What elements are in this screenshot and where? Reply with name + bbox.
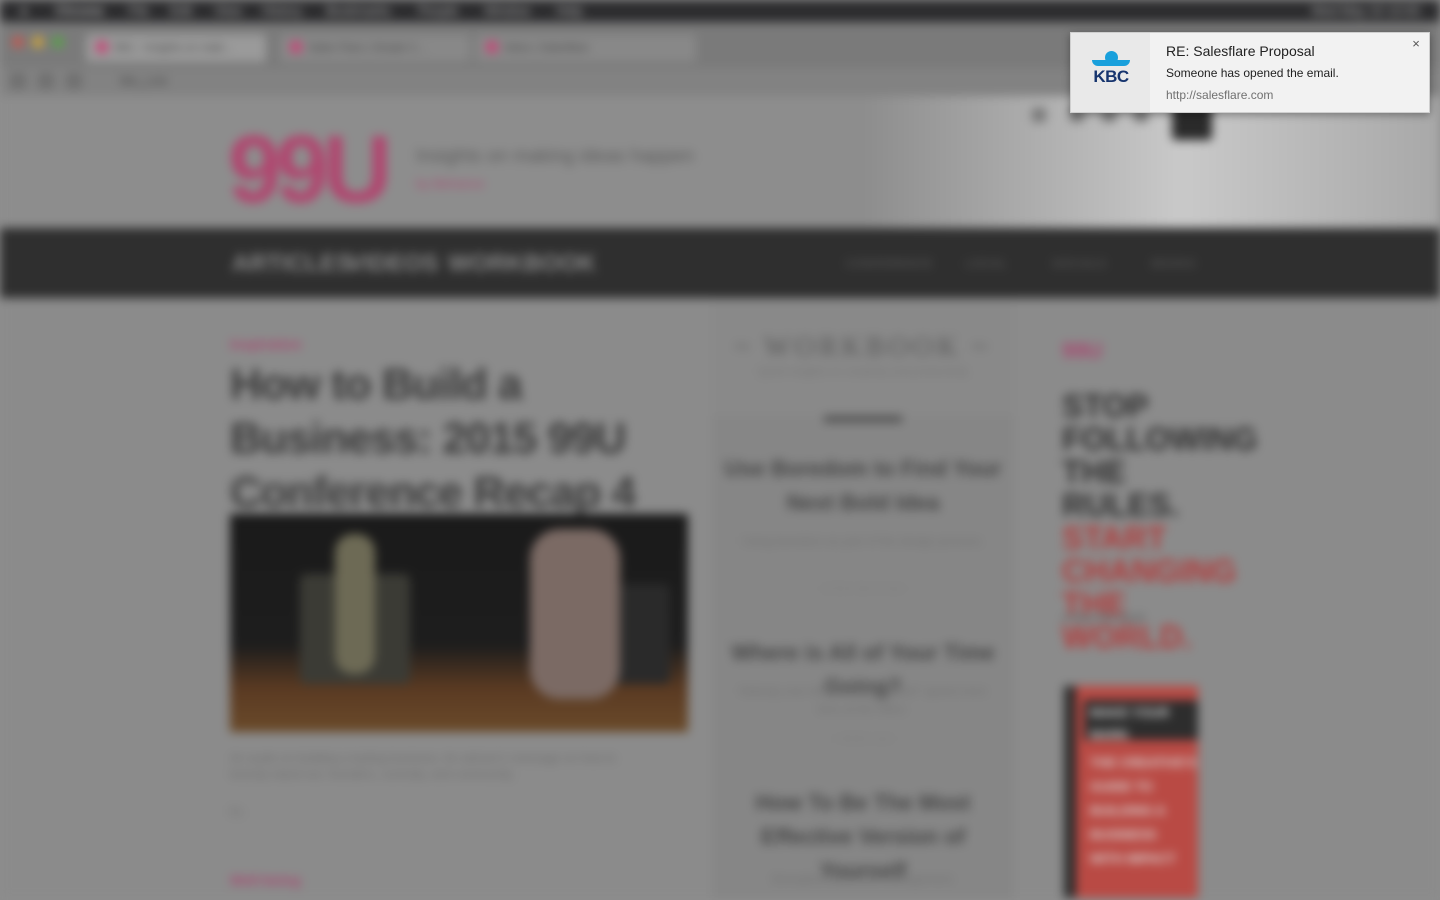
tab-99u[interactable]: 99U - Insights on maki... (86, 34, 266, 62)
workbook-item-title[interactable]: Use Boredom to Find Your Next Bold Idea (724, 452, 1002, 520)
book-line: BUILDING A (1090, 803, 1166, 818)
back-button[interactable] (10, 73, 26, 89)
menu-people[interactable]: People (418, 3, 458, 18)
site-navbar: ARTICLES VIDEOS WORKBOOK CONFERENCE LOCA… (0, 228, 1440, 298)
workbook-divider (824, 416, 902, 422)
menu-app[interactable]: Chrome (55, 3, 104, 18)
ad-book-cover[interactable]: MAKE YOUR MARK THE CREATIVE'S GUIDE TO B… (1064, 686, 1198, 898)
book-line: THE CREATIVE'S (1090, 755, 1197, 770)
notification-body: Someone has opened the email. (1166, 66, 1339, 80)
site-tagline: Insights on making ideas happen (416, 146, 694, 167)
site-tagline-sub[interactable]: by Behance (416, 176, 485, 191)
hero-person (335, 534, 375, 674)
workbook-column: ~ WORKBOOK ~ Quick insights on creativit… (712, 298, 1014, 900)
notification-title: RE: Salesflare Proposal (1166, 43, 1315, 59)
workbook-item-desc: Nobody ever likes seeing "I could" spend… (739, 684, 987, 716)
workbook-header: ~ WORKBOOK ~ Quick insights on creativit… (712, 298, 1014, 416)
kbc-logo-arc (1092, 60, 1130, 66)
ad-line: STOP (1062, 388, 1149, 424)
blurred-background: ● Chrome File Edit View History Bookmark… (0, 0, 1440, 900)
article-excerpt: An audio on building a lasting business.… (230, 751, 616, 781)
ad-line: THE RULES. (1062, 454, 1180, 523)
close-icon[interactable]: × (1409, 37, 1423, 51)
tab-salesflare-site[interactable]: Sales Flare | Simple C... (280, 34, 470, 62)
article-category[interactable]: Inspiration (230, 336, 302, 352)
header-icon[interactable] (1032, 108, 1046, 122)
tab-favicon-icon (290, 41, 302, 53)
site-header: 99U Insights on making ideas happen by B… (0, 96, 1440, 228)
notification-banner[interactable]: KBC RE: Salesflare Proposal Someone has … (1070, 32, 1430, 113)
article-byline: By Tanner Christensen (230, 476, 382, 493)
kbc-logo-text: KBC (1093, 67, 1129, 86)
ad-logo[interactable]: 99U (1062, 338, 1102, 364)
ad-line: CHANGING (1062, 553, 1237, 589)
menu-help[interactable]: Help (556, 3, 583, 18)
workbook-item-meta: 1 WEEK AGO (831, 734, 895, 745)
workbook-item-meta: A FEW DAYS AGO (820, 584, 906, 595)
minimize-window-button[interactable] (32, 36, 44, 48)
ad-line: FOLLOWING (1062, 421, 1258, 457)
tab-favicon-icon (486, 41, 498, 53)
tab-favicon-icon (96, 41, 108, 53)
nav-socials[interactable]: SOCIALS (1052, 258, 1107, 270)
nav-workbook[interactable]: WORKBOOK (448, 250, 596, 278)
macos-menubar: ● Chrome File Edit View History Bookmark… (0, 0, 1440, 22)
menu-view[interactable]: View (214, 3, 242, 18)
book-line: WITH IMPACT (1090, 851, 1176, 866)
menu-file[interactable]: File (128, 3, 149, 18)
book-line: MARK (1090, 727, 1129, 742)
main-content: Inspiration How to Build a Business: 201… (0, 298, 1440, 900)
book-line: GUIDE TO (1090, 779, 1153, 794)
book-line: BUSINESS (1090, 827, 1157, 842)
menu-edit[interactable]: Edit (170, 3, 192, 18)
forward-button[interactable] (38, 73, 54, 89)
notification-link[interactable]: http://salesflare.com (1166, 88, 1273, 102)
kbc-logo-icon: KBC (1086, 49, 1136, 95)
menu-bookmarks[interactable]: Bookmarks (326, 3, 391, 18)
notification-icon-box: KBC (1071, 33, 1150, 112)
apple-icon[interactable]: ● (20, 3, 28, 18)
ad-line: START (1062, 520, 1167, 556)
article-headline[interactable]: How to Build a Business: 2015 99U Confer… (230, 358, 690, 520)
reload-button[interactable] (66, 73, 82, 89)
workbook-subtitle: Quick insights on creativity and product… (757, 366, 969, 378)
nav-articles[interactable]: ARTICLES (232, 250, 352, 278)
nav-videos[interactable]: VIDEOS (348, 250, 439, 278)
next-article-category[interactable]: Well-being (230, 872, 301, 888)
workbook-item-desc: Using boredom as part of the design proc… (741, 534, 985, 548)
nav-local[interactable]: LOCAL (966, 258, 1007, 270)
webpage: 99U Insights on making ideas happen by B… (0, 96, 1440, 900)
workbook-item-desc: Strengthen your self-management. (770, 872, 956, 886)
site-logo[interactable]: 99U (228, 122, 392, 218)
ad-column: 99U STOP FOLLOWING THE RULES. START CHAN… (1060, 298, 1258, 900)
bookmark-link[interactable]: Mix_Link (120, 74, 167, 88)
close-window-button[interactable] (12, 36, 24, 48)
ad-subtext: A New 99U Book (1062, 612, 1146, 624)
menubar-clock[interactable]: Wed May 10 10:00 (1311, 3, 1420, 18)
share-icons[interactable]: f t (230, 804, 242, 820)
tab-salesflare-inbox[interactable]: Inbox | Salesflare (476, 34, 696, 62)
nav-conference[interactable]: CONFERENCE (846, 258, 933, 270)
nav-books[interactable]: BOOKS (1152, 258, 1196, 270)
menu-history[interactable]: History (262, 3, 302, 18)
zoom-window-button[interactable] (52, 36, 64, 48)
article-hero-image[interactable] (230, 514, 688, 732)
hero-person (530, 529, 620, 699)
workbook-title[interactable]: ~ WORKBOOK ~ (712, 332, 1014, 364)
menu-window[interactable]: Window (484, 3, 530, 18)
